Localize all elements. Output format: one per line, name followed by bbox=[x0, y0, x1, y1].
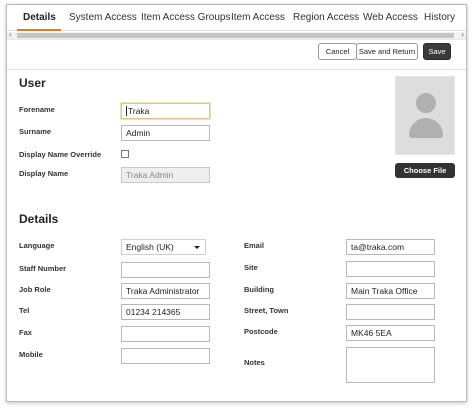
display-name-field: Traka Admin bbox=[121, 167, 210, 183]
surname-value: Admin bbox=[126, 128, 151, 138]
building-value: Main Traka Office bbox=[351, 286, 418, 296]
tab-web-access[interactable]: Web Access bbox=[363, 12, 418, 23]
cancel-button[interactable]: Cancel bbox=[318, 43, 357, 60]
postcode-value: MK46 5EA bbox=[351, 328, 392, 338]
forename-label: Forename bbox=[19, 105, 55, 114]
scrollbar-thumb[interactable] bbox=[17, 33, 454, 38]
tab-region-access[interactable]: Region Access bbox=[293, 12, 359, 23]
tab-scrollbar[interactable]: ‹ › bbox=[7, 30, 466, 40]
avatar-head-icon bbox=[416, 93, 436, 113]
building-field[interactable]: Main Traka Office bbox=[346, 283, 435, 299]
choose-file-button[interactable]: Choose File bbox=[395, 163, 455, 178]
tab-history[interactable]: History bbox=[424, 12, 455, 23]
site-field[interactable] bbox=[346, 261, 435, 277]
display-name-override-label: Display Name Override bbox=[19, 150, 102, 159]
display-name-value: Traka Admin bbox=[126, 170, 174, 180]
display-name-label: Display Name bbox=[19, 169, 69, 178]
staff-number-field[interactable] bbox=[121, 262, 210, 278]
forename-value: Traka bbox=[128, 106, 150, 116]
profile-photo-placeholder bbox=[395, 76, 455, 155]
language-select[interactable]: English (UK) bbox=[121, 239, 206, 255]
tab-details[interactable]: Details bbox=[23, 12, 56, 23]
surname-label: Surname bbox=[19, 127, 52, 136]
site-label: Site bbox=[244, 263, 258, 272]
user-section-title: User bbox=[19, 76, 46, 90]
mobile-label: Mobile bbox=[19, 350, 43, 359]
tel-field[interactable]: 01234 214365 bbox=[121, 304, 210, 320]
tab-item-access[interactable]: Item Access bbox=[231, 12, 285, 23]
street-town-field[interactable] bbox=[346, 304, 435, 320]
display-name-override-checkbox[interactable] bbox=[121, 150, 129, 158]
tab-item-access-groups[interactable]: Item Access Groups bbox=[141, 12, 230, 23]
staff-number-label: Staff Number bbox=[19, 264, 67, 273]
building-label: Building bbox=[244, 285, 274, 294]
tab-bar: Details System Access Item Access Groups… bbox=[7, 5, 466, 31]
save-button[interactable]: Save bbox=[423, 43, 451, 60]
language-label: Language bbox=[19, 241, 55, 250]
fax-label: Fax bbox=[19, 328, 32, 337]
mobile-field[interactable] bbox=[121, 348, 210, 364]
email-label: Email bbox=[244, 241, 265, 250]
job-role-value: Traka Administrator bbox=[126, 286, 200, 296]
avatar-body-icon bbox=[409, 118, 443, 138]
surname-field[interactable]: Admin bbox=[121, 125, 210, 141]
tab-system-access[interactable]: System Access bbox=[69, 12, 137, 23]
job-role-field[interactable]: Traka Administrator bbox=[121, 283, 210, 299]
email-field[interactable]: ta@traka.com bbox=[346, 239, 435, 255]
chevron-down-icon bbox=[194, 246, 200, 249]
toolbar-divider bbox=[7, 69, 466, 70]
scroll-right-icon[interactable]: › bbox=[461, 30, 464, 39]
street-town-label: Street, Town bbox=[244, 306, 289, 315]
language-value: English (UK) bbox=[126, 242, 174, 252]
postcode-label: Postcode bbox=[244, 327, 278, 336]
fax-field[interactable] bbox=[121, 326, 210, 342]
active-tab-indicator bbox=[17, 29, 61, 31]
scroll-left-icon[interactable]: ‹ bbox=[9, 30, 12, 39]
tel-label: Tel bbox=[19, 306, 30, 315]
email-value: ta@traka.com bbox=[351, 242, 405, 252]
job-role-label: Job Role bbox=[19, 285, 51, 294]
details-section-title: Details bbox=[19, 212, 59, 226]
user-editor-panel: Details System Access Item Access Groups… bbox=[6, 4, 467, 402]
notes-textarea[interactable] bbox=[346, 347, 435, 383]
tel-value: 01234 214365 bbox=[126, 307, 181, 317]
notes-label: Notes bbox=[244, 358, 265, 367]
save-and-return-button[interactable]: Save and Return bbox=[356, 43, 418, 60]
forename-field[interactable]: Traka bbox=[121, 103, 210, 119]
postcode-field[interactable]: MK46 5EA bbox=[346, 325, 435, 341]
